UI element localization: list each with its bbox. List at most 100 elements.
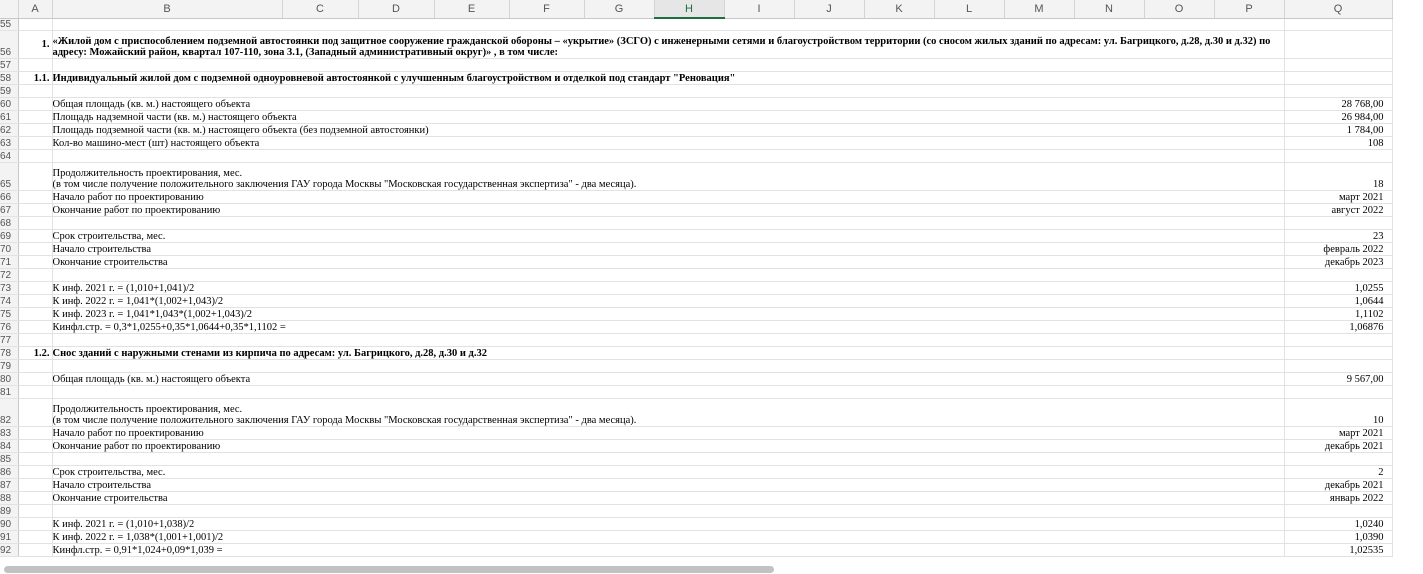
cell-a[interactable] <box>18 136 53 150</box>
cell-a[interactable] <box>18 84 53 98</box>
cell-q[interactable]: декабрь 2023 <box>1284 255 1393 269</box>
cell-q[interactable]: 18 <box>1284 162 1393 191</box>
cell-q[interactable] <box>1284 504 1393 518</box>
cell-a[interactable] <box>18 504 53 518</box>
column-header-h[interactable]: H <box>654 0 725 19</box>
cell-a[interactable] <box>18 465 53 479</box>
column-header-j[interactable]: J <box>794 0 865 19</box>
cell-a[interactable] <box>18 110 53 124</box>
column-header-b[interactable]: B <box>52 0 283 19</box>
cell-a[interactable] <box>18 281 53 295</box>
cell-a[interactable] <box>18 216 53 230</box>
row-number[interactable]: 76 <box>0 320 19 334</box>
cell-q[interactable]: 1,06876 <box>1284 320 1393 334</box>
cell-b[interactable] <box>52 359 1285 373</box>
column-header-g[interactable]: G <box>584 0 655 19</box>
row-number[interactable]: 59 <box>0 84 19 98</box>
row-number[interactable]: 91 <box>0 530 19 544</box>
column-header-o[interactable]: O <box>1144 0 1215 19</box>
cell-a[interactable] <box>18 149 53 163</box>
cell-q[interactable] <box>1284 216 1393 230</box>
cell-a[interactable]: 1.2. <box>18 346 53 360</box>
column-header-f[interactable]: F <box>509 0 585 19</box>
cell-a[interactable] <box>18 385 53 399</box>
row-number[interactable]: 77 <box>0 333 19 347</box>
column-header-k[interactable]: K <box>864 0 935 19</box>
row-number[interactable]: 65 <box>0 162 19 191</box>
cell-b[interactable]: Общая площадь (кв. м.) настоящего объект… <box>52 372 1285 386</box>
cell-q[interactable]: 108 <box>1284 136 1393 150</box>
cell-b[interactable]: Продолжительность проектирования, мес. (в… <box>52 398 1285 427</box>
column-header-l[interactable]: L <box>934 0 1005 19</box>
row-number[interactable]: 58 <box>0 71 19 85</box>
cell-b[interactable] <box>52 385 1285 399</box>
cell-q[interactable]: февраль 2022 <box>1284 242 1393 256</box>
cell-q[interactable] <box>1284 385 1393 399</box>
row-number[interactable]: 82 <box>0 398 19 427</box>
cell-a[interactable] <box>18 294 53 308</box>
row-number[interactable]: 71 <box>0 255 19 269</box>
column-header-n[interactable]: N <box>1074 0 1145 19</box>
cell-q[interactable]: декабрь 2021 <box>1284 439 1393 453</box>
cell-q[interactable]: март 2021 <box>1284 426 1393 440</box>
cell-b[interactable] <box>52 268 1285 282</box>
cell-a[interactable] <box>18 242 53 256</box>
row-number[interactable]: 74 <box>0 294 19 308</box>
cell-q[interactable]: 1,0240 <box>1284 517 1393 531</box>
cell-a[interactable] <box>18 203 53 217</box>
cell-q[interactable] <box>1284 71 1393 85</box>
cell-q[interactable]: 1 784,00 <box>1284 123 1393 137</box>
cell-b[interactable]: Площадь надземной части (кв. м.) настоящ… <box>52 110 1285 124</box>
cell-q[interactable] <box>1284 149 1393 163</box>
cell-b[interactable]: Кинфл.стр. = 0,3*1,0255+0,35*1,0644+0,35… <box>52 320 1285 334</box>
row-number[interactable]: 84 <box>0 439 19 453</box>
row-number[interactable]: 56 <box>0 30 19 59</box>
cell-q[interactable]: декабрь 2021 <box>1284 478 1393 492</box>
cell-b[interactable]: Срок строительства, мес. <box>52 465 1285 479</box>
cell-a[interactable] <box>18 58 53 72</box>
row-number[interactable]: 80 <box>0 372 19 386</box>
column-header-q[interactable]: Q <box>1284 0 1393 19</box>
row-number[interactable]: 79 <box>0 359 19 373</box>
cell-b[interactable]: К инф. 2023 г. = 1,041*1,043*(1,002+1,04… <box>52 307 1285 321</box>
row-number[interactable]: 83 <box>0 426 19 440</box>
cell-a[interactable] <box>18 18 53 31</box>
row-number[interactable]: 72 <box>0 268 19 282</box>
cell-a[interactable] <box>18 439 53 453</box>
horizontal-scrollbar[interactable] <box>4 566 774 573</box>
cell-b[interactable]: Площадь подземной части (кв. м.) настоящ… <box>52 123 1285 137</box>
row-number[interactable]: 88 <box>0 491 19 505</box>
row-number[interactable]: 66 <box>0 190 19 204</box>
cell-q[interactable]: 1,0390 <box>1284 530 1393 544</box>
cell-a[interactable] <box>18 320 53 334</box>
cell-b[interactable]: Окончание строительства <box>52 255 1285 269</box>
cell-q[interactable]: 2 <box>1284 465 1393 479</box>
row-number[interactable]: 87 <box>0 478 19 492</box>
cell-b[interactable]: К инф. 2022 г. = 1,038*(1,001+1,001)/2 <box>52 530 1285 544</box>
cell-b[interactable] <box>52 58 1285 72</box>
row-number[interactable]: 86 <box>0 465 19 479</box>
row-number[interactable]: 63 <box>0 136 19 150</box>
cell-b[interactable]: К инф. 2021 г. = (1,010+1,041)/2 <box>52 281 1285 295</box>
cell-b[interactable]: Окончание работ по проектированию <box>52 439 1285 453</box>
cell-q[interactable] <box>1284 18 1393 31</box>
cell-a[interactable] <box>18 359 53 373</box>
cell-b[interactable]: Начало работ по проектированию <box>52 426 1285 440</box>
cell-q[interactable]: 23 <box>1284 229 1393 243</box>
cell-b[interactable]: Индивидуальный жилой дом с подземной одн… <box>52 71 1285 85</box>
cell-q[interactable] <box>1284 84 1393 98</box>
cell-q[interactable] <box>1284 359 1393 373</box>
cell-q[interactable] <box>1284 346 1393 360</box>
cell-q[interactable]: январь 2022 <box>1284 491 1393 505</box>
cell-q[interactable]: 10 <box>1284 398 1393 427</box>
row-number[interactable]: 68 <box>0 216 19 230</box>
cell-a[interactable] <box>18 478 53 492</box>
cell-b[interactable]: Начало строительства <box>52 478 1285 492</box>
row-number[interactable]: 75 <box>0 307 19 321</box>
cell-b[interactable]: Окончание работ по проектированию <box>52 203 1285 217</box>
column-header-a[interactable]: A <box>18 0 53 19</box>
cell-b[interactable]: «Жилой дом с приспособлением подземной а… <box>52 30 1285 59</box>
cell-b[interactable]: Снос зданий с наружными стенами из кирпи… <box>52 346 1285 360</box>
cell-b[interactable] <box>52 216 1285 230</box>
cell-q[interactable] <box>1284 268 1393 282</box>
